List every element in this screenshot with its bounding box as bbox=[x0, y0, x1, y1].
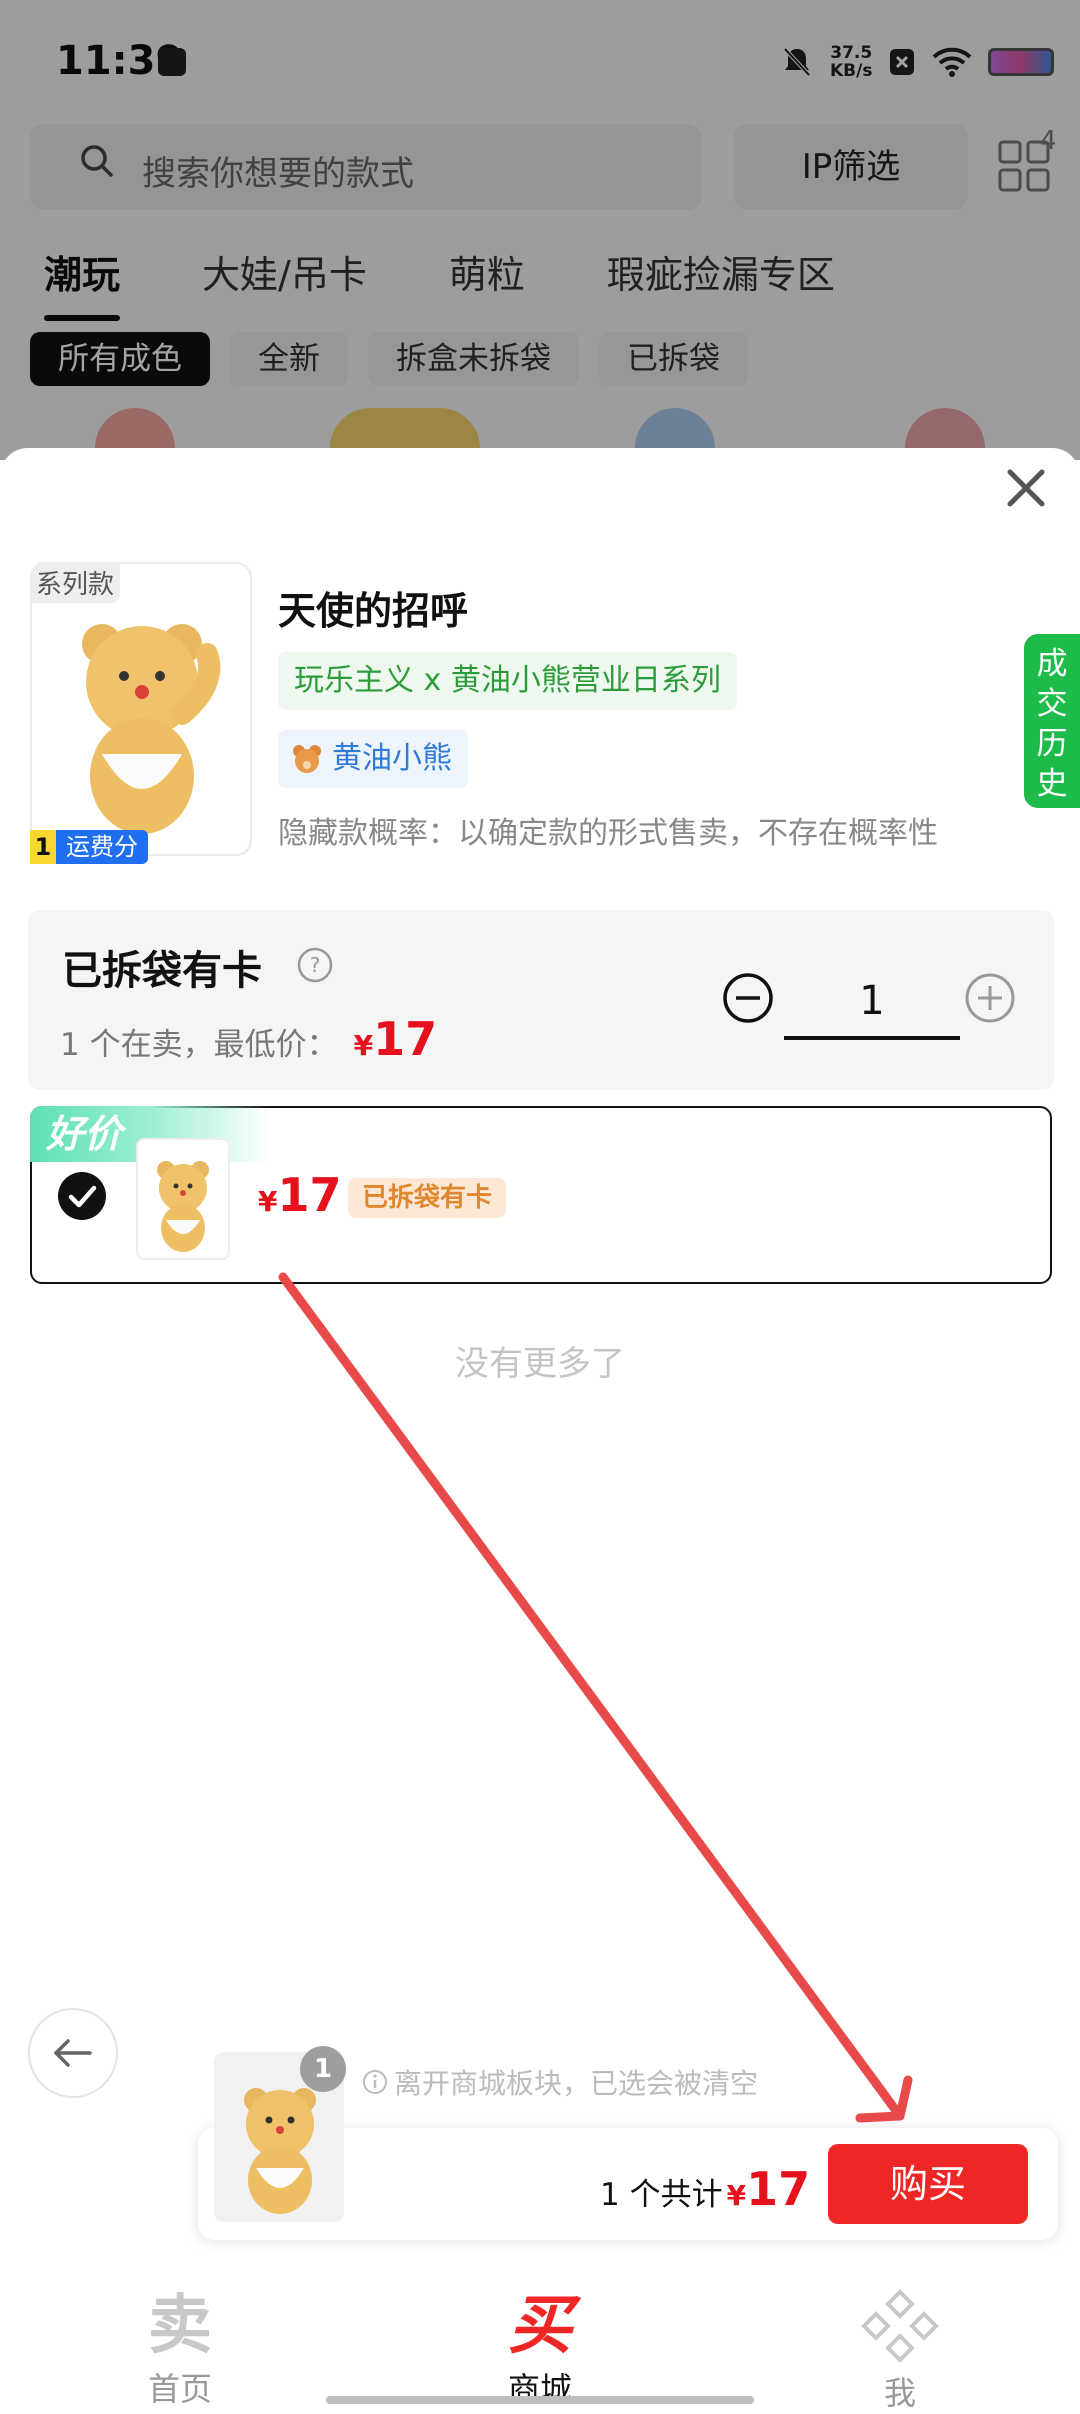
no-more-text: 没有更多了 bbox=[455, 1344, 625, 1384]
hidden-probability-note: 隐藏款概率：以确定款的形式售卖，不存在概率性 bbox=[278, 816, 938, 851]
product-image[interactable] bbox=[30, 562, 252, 856]
help-icon[interactable]: ? bbox=[296, 946, 334, 984]
listing-price: ¥17 bbox=[258, 1168, 342, 1222]
series-tag: 系列款 bbox=[30, 562, 121, 603]
cart-count-badge: 1 bbox=[300, 2046, 346, 2092]
nav-me[interactable]: 我 bbox=[720, 2266, 1080, 2412]
nav-mall[interactable]: 买 商城 bbox=[360, 2266, 720, 2408]
quantity-input[interactable] bbox=[784, 966, 960, 1040]
plus-icon[interactable] bbox=[964, 972, 1016, 1024]
check-icon bbox=[68, 1185, 97, 1208]
minus-icon[interactable] bbox=[722, 972, 774, 1024]
arrow-left-icon bbox=[54, 2039, 92, 2067]
cart-hint: 离开商城板块，已选会被清空 bbox=[362, 2062, 758, 2102]
bottom-nav: 卖 首页 买 商城 我 bbox=[0, 2266, 1080, 2412]
bear-figure-icon bbox=[82, 624, 221, 834]
ip-link[interactable]: 黄油小熊 bbox=[278, 730, 468, 788]
dim-overlay[interactable] bbox=[0, 0, 1080, 460]
trade-history-tab[interactable]: 成 交 历 史 bbox=[1024, 634, 1080, 808]
min-price: ¥17 bbox=[353, 1012, 438, 1066]
condition-title: 已拆袋有卡 bbox=[62, 948, 262, 994]
bear-figure-icon bbox=[157, 1161, 209, 1252]
profile-icon bbox=[861, 2289, 939, 2363]
cart-total: 1 个共计 ¥17 bbox=[600, 2162, 811, 2216]
nav-home[interactable]: 卖 首页 bbox=[0, 2266, 360, 2408]
close-icon[interactable] bbox=[1002, 464, 1050, 512]
svg-text:?: ? bbox=[310, 953, 321, 977]
listing-image[interactable] bbox=[136, 1138, 230, 1260]
buy-button[interactable]: 购买 bbox=[828, 2144, 1028, 2224]
home-indicator[interactable] bbox=[326, 2396, 754, 2404]
sell-icon: 卖 bbox=[148, 2289, 212, 2363]
back-button[interactable] bbox=[28, 2008, 118, 2098]
series-link[interactable]: 玩乐主义 x 黄油小熊营业日系列 bbox=[278, 652, 737, 710]
on-sale-summary: 1 个在卖，最低价： ¥17 bbox=[60, 1012, 438, 1066]
buy-icon: 买 bbox=[508, 2289, 572, 2363]
info-icon bbox=[363, 2070, 387, 2094]
freight-badge: 1 运费分 bbox=[30, 830, 148, 864]
listing-condition-tag: 已拆袋有卡 bbox=[348, 1178, 507, 1218]
listing-checkbox[interactable] bbox=[58, 1172, 106, 1220]
bear-avatar-icon bbox=[293, 745, 321, 773]
product-name: 天使的招呼 bbox=[278, 589, 469, 633]
